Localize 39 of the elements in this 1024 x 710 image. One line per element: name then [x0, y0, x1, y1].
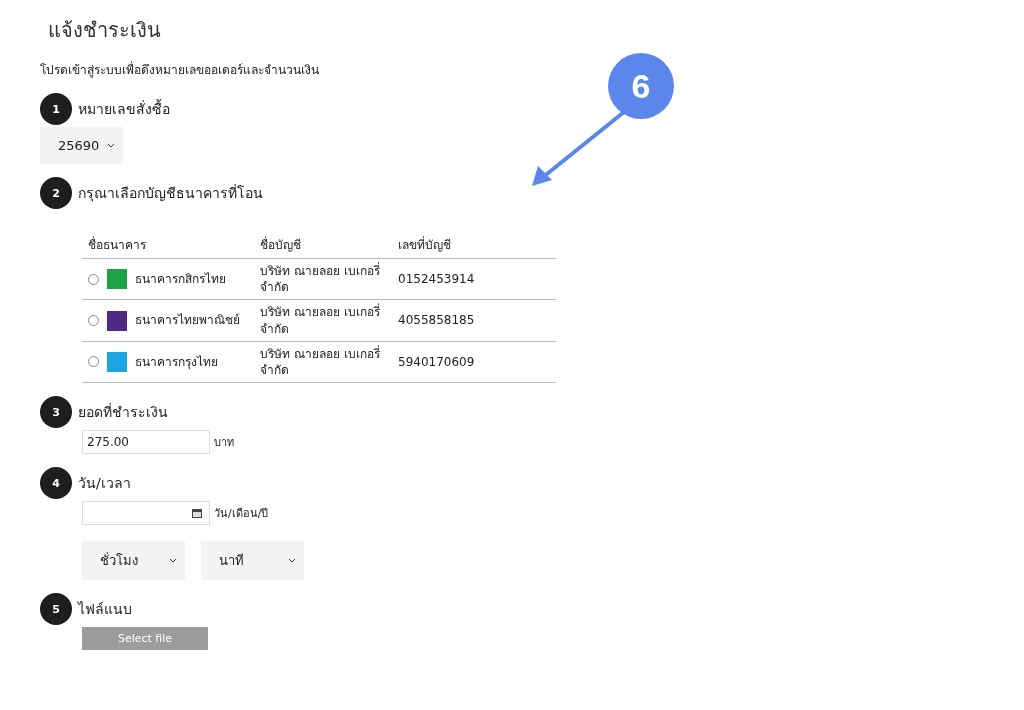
bank-name: ธนาคารกรุงไทย [135, 353, 218, 371]
step-label: ยอดที่ชำระเงิน [78, 402, 168, 423]
chevron-down-icon [169, 558, 177, 564]
step-number: 4 [40, 467, 72, 500]
column-header: ชื่อธนาคาร [82, 231, 254, 259]
order-select[interactable]: 25690 [40, 127, 123, 164]
account-number: 5940170609 [392, 341, 556, 383]
bank-name: ธนาคารไทยพาณิชย์ [135, 312, 240, 329]
annotation-badge: 6 [608, 53, 674, 119]
step-number: 5 [40, 593, 72, 626]
account-number: 4055858185 [392, 299, 556, 342]
account-number: 0152453914 [392, 258, 556, 300]
radio-button[interactable] [88, 315, 99, 327]
column-header: เลขที่บัญชี [392, 231, 556, 259]
date-input[interactable] [82, 501, 210, 526]
amount-input[interactable]: 275.00 [82, 430, 210, 455]
step-label: ไฟล์แนบ [78, 600, 132, 620]
chevron-down-icon [288, 558, 296, 564]
radio-button[interactable] [88, 356, 99, 368]
step-label: วัน/เวลา [78, 474, 131, 494]
account-name: บริษัท ณายลอย เบเกอรี่ จำกัด [254, 258, 392, 300]
step-label: หมายเลขสั่งซื้อ [78, 98, 170, 119]
column-header: ชื่อบัญชี [254, 231, 392, 259]
unit-label: บาท [214, 435, 234, 452]
chevron-down-icon [107, 143, 115, 148]
date-format-hint: วัน/เดือน/ปี [214, 506, 269, 523]
calendar-icon [191, 507, 203, 520]
radio-button[interactable] [88, 273, 99, 285]
account-name: บริษัท ณายลอย เบเกอรี่ จำกัด [254, 299, 392, 342]
step-number: 1 [40, 93, 72, 125]
page-title: แจ้งชำระเงิน [48, 17, 162, 44]
login-hint: โปรดเข้าสู่ระบบเพื่อดึงหมายเลขออเดอร์และจำนวนเงิน [40, 60, 320, 79]
time-select[interactable]: ชั่วโมง [82, 541, 185, 581]
step-number: 2 [40, 177, 72, 209]
step-number: 3 [40, 396, 72, 429]
step-label: กรุณาเลือกบัญชีธนาคารที่โอน [78, 183, 263, 204]
bank-name: ธนาคารกสิกรไทย [135, 271, 226, 288]
account-name: บริษัท ณายลอย เบเกอรี่ จำกัด [254, 341, 392, 383]
time-select[interactable]: นาที [201, 541, 304, 581]
